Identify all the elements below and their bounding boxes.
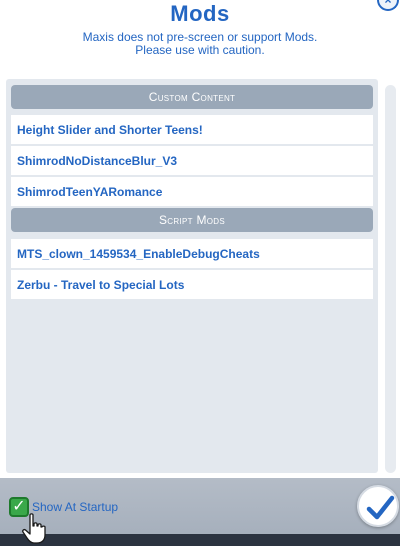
checkmark-icon	[366, 495, 395, 520]
warning-line-2: Please use with caution.	[135, 43, 265, 57]
mod-item: ShimrodTeenYARomance	[11, 177, 373, 207]
mod-item: MTS_clown_1459534_EnableDebugCheats	[11, 239, 373, 269]
mods-list-scrollbar[interactable]	[385, 85, 396, 473]
mods-warning: Maxis does not pre-screen or support Mod…	[0, 31, 400, 57]
dialog-title: Mods	[170, 1, 230, 26]
mod-item: Height Slider and Shorter Teens!	[11, 115, 373, 145]
mod-item: Zerbu - Travel to Special Lots	[11, 270, 373, 300]
section-header-script-mods: Script Mods	[11, 208, 373, 232]
mod-item: ShimrodNoDistanceBlur_V3	[11, 146, 373, 176]
hand-pointer-icon	[22, 513, 46, 544]
footer-strip	[0, 534, 400, 546]
close-icon: ×	[384, 0, 392, 7]
section-header-custom-content: Custom Content	[11, 85, 373, 109]
confirm-button[interactable]	[357, 485, 399, 527]
show-at-startup-label[interactable]: Show At Startup	[32, 500, 118, 514]
